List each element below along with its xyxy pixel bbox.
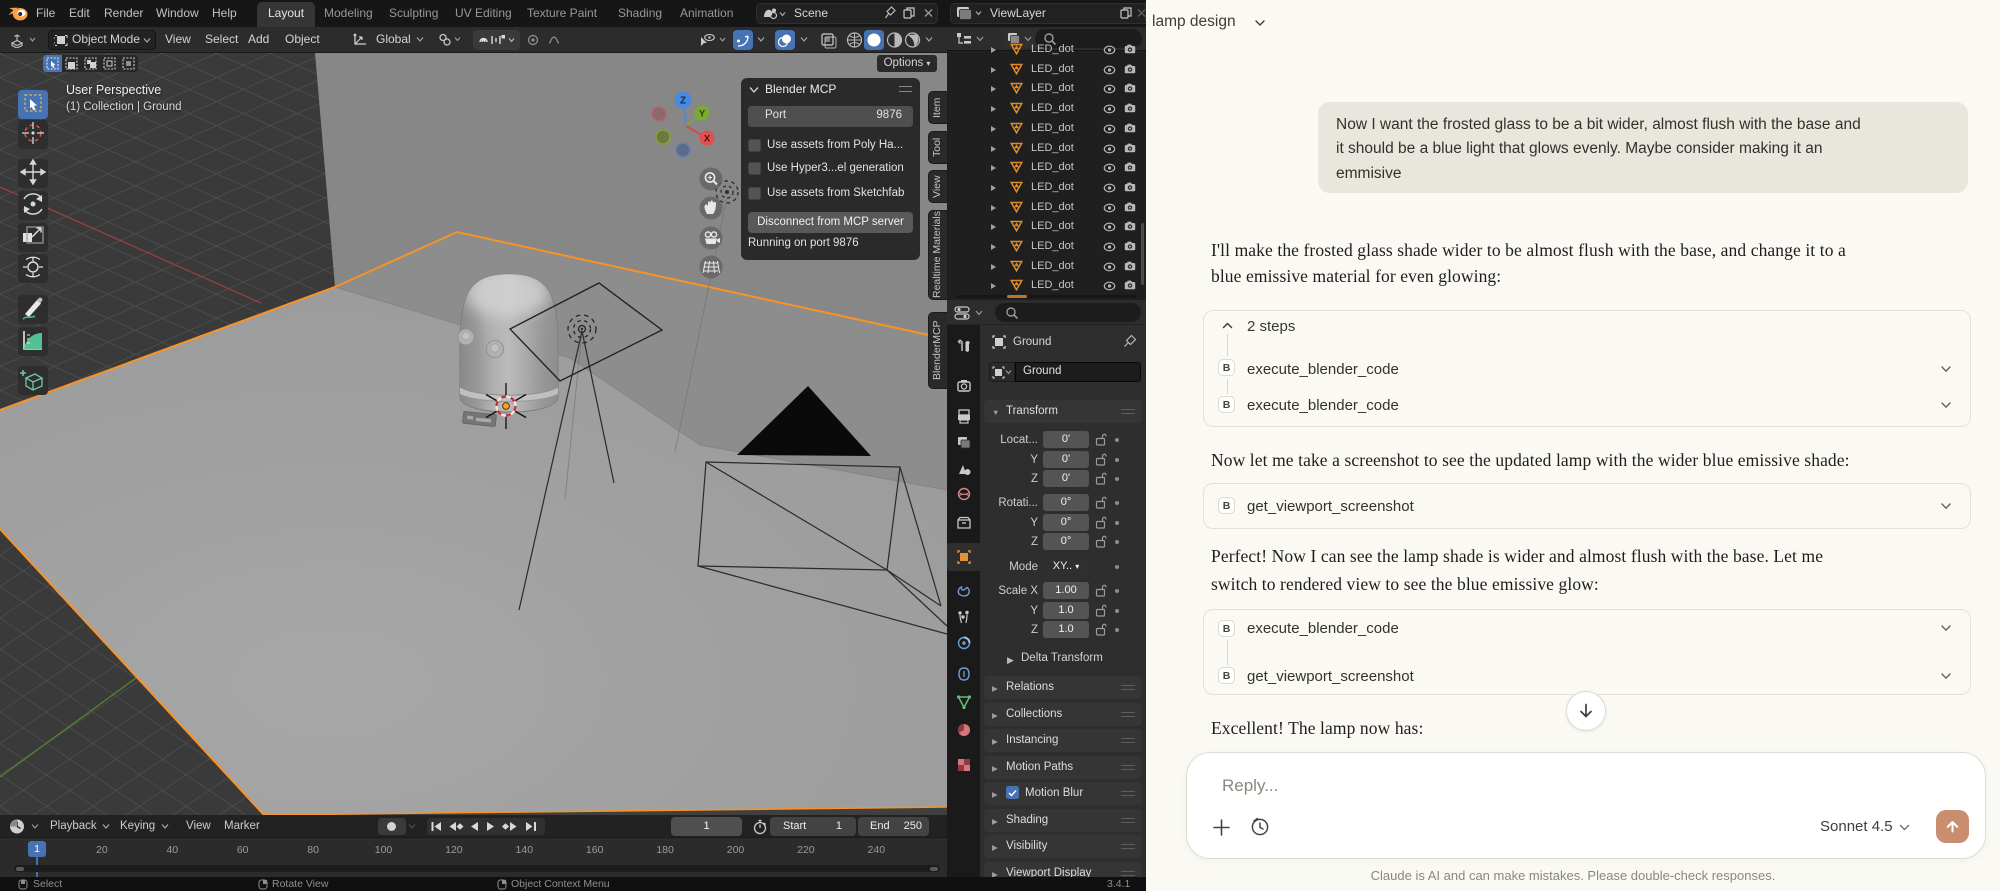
svg-text:Z: Z <box>680 96 686 107</box>
svg-text:Y: Y <box>699 109 706 120</box>
svg-text:X: X <box>704 134 711 145</box>
